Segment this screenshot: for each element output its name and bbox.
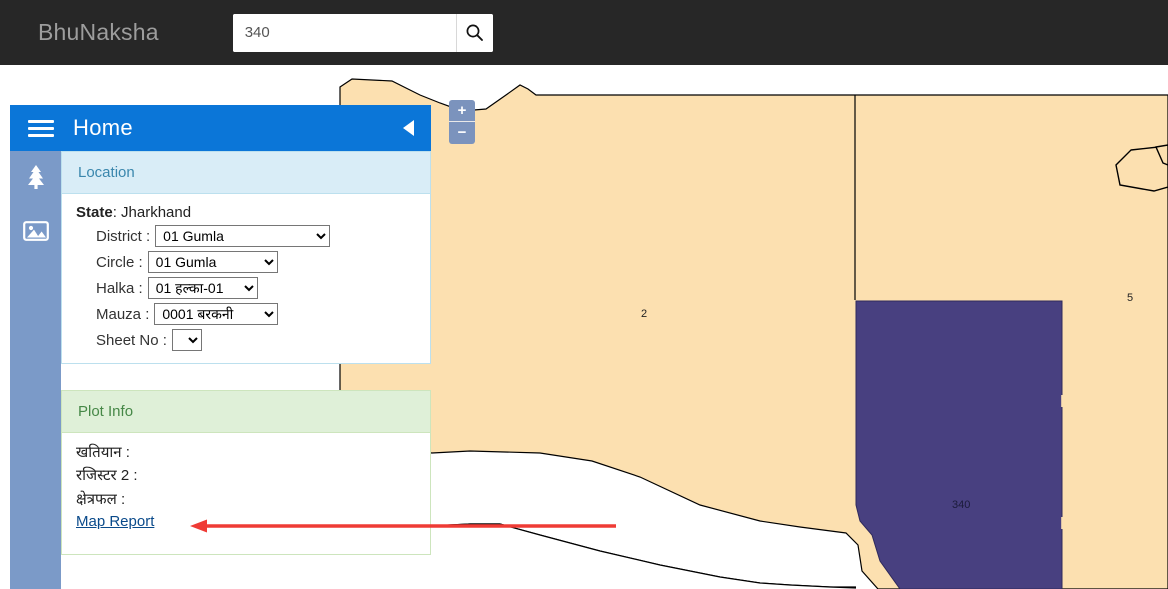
- halka-row: Halka : 01 हल्का-01: [96, 277, 416, 299]
- district-select[interactable]: 01 Gumla: [155, 225, 331, 247]
- chevron-left-icon[interactable]: [401, 119, 417, 137]
- plot-info-card-header: Plot Info: [62, 391, 430, 433]
- circle-select[interactable]: 01 Gumla: [147, 251, 278, 273]
- map-zoom-control: + −: [449, 100, 475, 144]
- state-row: State: Jharkhand: [76, 204, 192, 221]
- side-panel-body: Location State: Jharkhand District : 01 …: [10, 151, 431, 589]
- tool-rail: [10, 151, 61, 589]
- plot-field-khatiyan: खतियान :: [76, 444, 130, 461]
- parcel-label-5: 5: [1127, 292, 1134, 304]
- map-report-link[interactable]: Map Report: [76, 513, 154, 530]
- tree-icon[interactable]: [22, 163, 50, 191]
- district-row: District : 01 Gumla: [96, 225, 416, 247]
- search-button[interactable]: [455, 13, 493, 52]
- location-card-body: State: Jharkhand District : 01 Gumla Cir…: [62, 194, 430, 363]
- halka-label: Halka :: [96, 279, 143, 297]
- image-icon[interactable]: [22, 217, 50, 245]
- circle-row: Circle : 01 Gumla: [96, 251, 416, 273]
- sheet-no-label: Sheet No :: [96, 331, 167, 349]
- bhunaksha-app: BhuNaksha 340 2 5 340 + − Home Location …: [0, 0, 1168, 589]
- parcel-label-2: 2: [641, 308, 648, 320]
- search-icon: [465, 23, 484, 42]
- circle-label: Circle :: [96, 253, 143, 271]
- state-label: State: [76, 204, 113, 221]
- halka-select[interactable]: 01 हल्का-01: [147, 277, 258, 299]
- district-label: District :: [96, 227, 151, 245]
- mauza-row: Mauza : 0001 बरकनी: [96, 303, 416, 325]
- mauza-select[interactable]: 0001 बरकनी: [154, 303, 279, 325]
- parcel-label-340: 340: [952, 499, 971, 511]
- side-panel-content: Location State: Jharkhand District : 01 …: [61, 151, 431, 589]
- app-brand: BhuNaksha: [38, 19, 159, 45]
- plot-info-card: Plot Info खतियान : रजिस्टर 2 : क्षेत्रफल…: [61, 390, 431, 555]
- mauza-label: Mauza :: [96, 305, 150, 323]
- sheet-no-select[interactable]: [171, 329, 202, 351]
- plot-field-register2: रजिस्टर 2 :: [76, 467, 138, 485]
- state-value: Jharkhand: [121, 204, 192, 221]
- side-panel-header: Home: [10, 105, 431, 151]
- sheet-no-row: Sheet No :: [96, 329, 416, 351]
- top-navbar: BhuNaksha: [0, 0, 1168, 65]
- location-card: Location State: Jharkhand District : 01 …: [61, 151, 431, 364]
- hamburger-icon[interactable]: [28, 119, 54, 137]
- plot-field-area: क्षेत्रफल :: [76, 490, 126, 508]
- zoom-out-button[interactable]: −: [449, 122, 475, 144]
- search-input[interactable]: [232, 13, 456, 52]
- zoom-in-button[interactable]: +: [449, 100, 475, 122]
- selected-parcel-340[interactable]: [855, 300, 1063, 589]
- search-box: [232, 13, 493, 52]
- side-panel: Home Location State: Jharkhand District …: [10, 105, 431, 589]
- plot-info-card-body: खतियान : रजिस्टर 2 : क्षेत्रफल : Map Rep…: [62, 433, 430, 554]
- location-card-header: Location: [62, 152, 430, 194]
- page-title: Home: [73, 115, 133, 140]
